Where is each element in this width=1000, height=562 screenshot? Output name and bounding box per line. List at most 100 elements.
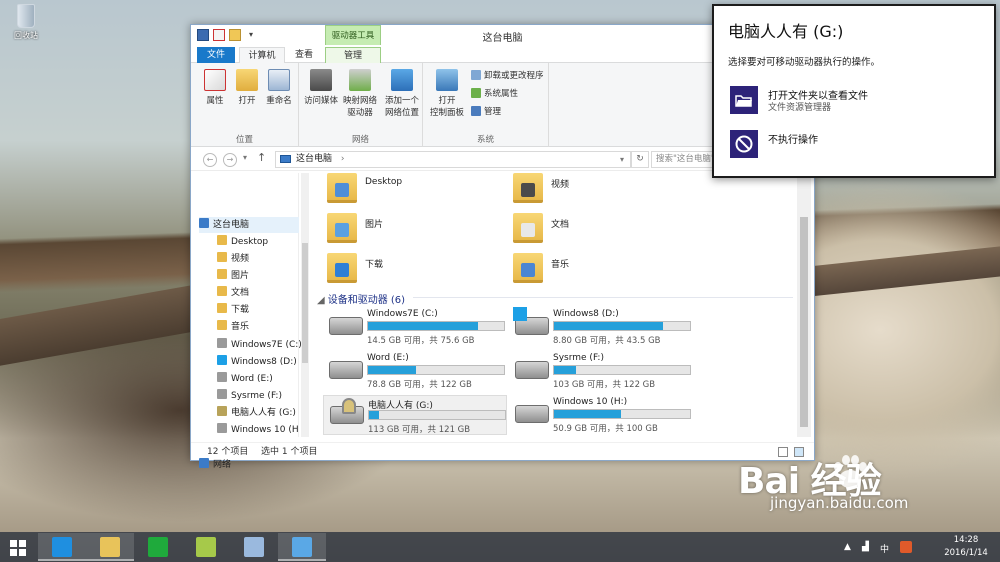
address-input[interactable]: 这台电脑 › ▾ [275, 151, 631, 168]
chevron-down-icon[interactable]: ▾ [620, 152, 624, 167]
no-action-icon [730, 130, 758, 158]
nav-item[interactable]: 下载 [217, 302, 297, 318]
drive-icon [515, 405, 549, 423]
clock[interactable]: 14:28 2016/1/14 [940, 534, 992, 560]
tab-computer[interactable]: 计算机 [239, 47, 285, 63]
autoplay-title: 电脑人人有 (G:) [728, 22, 844, 41]
rename-button[interactable]: 重命名 [263, 69, 295, 106]
folder-item[interactable]: 图片 [311, 213, 491, 253]
drive-item[interactable]: Windows 10 (H:) 50.9 GB 可用，共 100 GB [509, 395, 693, 435]
ie-icon [52, 537, 72, 557]
nav-item[interactable]: 音乐 [217, 319, 297, 335]
input-method-indicator[interactable]: 中 [880, 542, 889, 555]
tab-view[interactable]: 查看 [287, 47, 321, 63]
access-media-button[interactable]: 访问媒体 [303, 69, 339, 106]
refresh-button[interactable]: ↻ [631, 151, 649, 168]
tab-manage[interactable]: 管理 [325, 47, 381, 63]
drive-icon [217, 355, 227, 365]
taskbar-app-button[interactable] [86, 533, 134, 561]
tab-file[interactable]: 文件 [197, 47, 235, 63]
nav-item[interactable]: 图片 [217, 268, 297, 284]
network-drive-icon [349, 69, 371, 91]
control-panel-icon [436, 69, 458, 91]
remote-icon [292, 537, 312, 557]
add-network-location-button[interactable]: 添加一个 网络位置 [383, 69, 421, 118]
nav-item[interactable]: 文档 [217, 285, 297, 301]
selection-count: 选中 1 个项目 [261, 447, 318, 457]
nav-item[interactable]: Sysrme (F:) [217, 388, 297, 404]
drive-icon [217, 338, 227, 348]
folder-item[interactable]: Desktop [311, 173, 491, 213]
navigation-scrollbar[interactable] [301, 173, 309, 437]
folder-icon [217, 320, 227, 330]
drive-usage-bar [553, 409, 691, 419]
system-tray: ▲ ▟ 中 14:28 2016/1/14 [840, 532, 1000, 562]
recent-dropdown-icon[interactable]: ▾ [243, 153, 247, 162]
folder-icon [217, 252, 227, 262]
drive-item[interactable]: Word (E:) 78.8 GB 可用，共 122 GB [323, 351, 507, 391]
watermark-url: jingyan.baidu.com [770, 494, 909, 512]
nav-item[interactable]: Windows8 (D:) [217, 354, 297, 370]
drive-icon [217, 406, 227, 416]
baidu-paw-icon [834, 455, 867, 488]
show-hidden-icons-icon[interactable]: ▲ [844, 542, 851, 552]
taskbar-app-button[interactable] [182, 533, 230, 561]
uninstall-program-button[interactable]: 卸载或更改程序 [471, 69, 544, 81]
autoplay-option-no-action[interactable]: 不执行操作 [730, 130, 980, 162]
folder-icon [217, 235, 227, 245]
content-scrollbar[interactable] [797, 173, 811, 437]
store-icon [148, 537, 168, 557]
map-network-drive-button[interactable]: 映射网络 驱动器 [341, 69, 379, 118]
navigation-pane: 这台电脑 Desktop 视频 图片 文档 下载 音乐 Windows7E (C:) Windo… [191, 173, 302, 470]
nav-item[interactable]: Word (E:) [217, 371, 297, 387]
autoplay-option-open-folder[interactable]: 打开文件夹以查看文件 文件资源管理器 [730, 86, 980, 118]
drive-icon [217, 389, 227, 399]
nav-item[interactable]: Desktop [217, 234, 297, 250]
folder-item[interactable]: 下载 [311, 253, 491, 293]
up-button[interactable]: ↑ [257, 151, 266, 164]
file-explorer-icon [100, 537, 120, 557]
system-properties-button[interactable]: 系统属性 [471, 87, 518, 99]
manage-icon [471, 106, 481, 116]
folder-open-icon [730, 86, 758, 114]
open-button[interactable]: 打开 [231, 69, 263, 106]
nav-item[interactable]: 视频 [217, 251, 297, 267]
paint-icon [244, 537, 264, 557]
recycle-bin[interactable]: 回收站 [6, 4, 46, 41]
nav-item[interactable]: 这台电脑 [199, 217, 299, 233]
drive-usage-bar [367, 321, 505, 331]
taskbar-app-button[interactable] [134, 533, 182, 561]
drive-item[interactable]: 电脑人人有 (G:) 113 GB 可用，共 121 GB [323, 395, 507, 435]
taskbar-app-button[interactable] [230, 533, 278, 561]
ribbon-group-label: 系统 [476, 135, 494, 145]
drive-item[interactable]: Sysrme (F:) 103 GB 可用，共 122 GB [509, 351, 693, 391]
recycle-bin-icon [17, 4, 35, 28]
devices-section-header[interactable]: ◢ 设备和驱动器 (6) [317, 291, 793, 306]
back-button[interactable]: ← [203, 153, 217, 167]
ime-icon[interactable] [900, 541, 912, 553]
ribbon-group-location: 属性 打开 重命名 位置 [191, 63, 299, 147]
folder-item[interactable]: 视频 [497, 173, 677, 213]
system-icon [471, 88, 481, 98]
folder-item[interactable]: 文档 [497, 213, 677, 253]
taskbar-app-button[interactable] [38, 533, 86, 561]
nav-item[interactable]: 电脑人人有 (G:) [217, 405, 297, 421]
folder-icon [217, 269, 227, 279]
status-bar: 12 个项目 选中 1 个项目 [191, 442, 814, 460]
drive-item[interactable]: Windows7E (C:) 14.5 GB 可用，共 75.6 GB [323, 307, 507, 347]
start-button[interactable] [10, 540, 26, 556]
drive-icon [217, 372, 227, 382]
properties-button[interactable]: 属性 [199, 69, 231, 106]
network-icon[interactable]: ▟ [862, 542, 869, 552]
open-control-panel-button[interactable]: 打开 控制面板 [427, 69, 467, 118]
drive-item[interactable]: Windows8 (D:) 8.80 GB 可用，共 43.5 GB [509, 307, 693, 347]
manage-button[interactable]: 管理 [471, 105, 501, 117]
computer-icon [280, 155, 291, 163]
taskbar-app-button[interactable] [278, 533, 326, 561]
media-icon [310, 69, 332, 91]
nav-item[interactable]: Windows 10 (H [217, 422, 299, 438]
forward-button[interactable]: → [223, 153, 237, 167]
nav-item[interactable]: Windows7E (C:) [217, 337, 302, 353]
folder-item[interactable]: 音乐 [497, 253, 677, 293]
windows-logo-icon [513, 307, 527, 321]
